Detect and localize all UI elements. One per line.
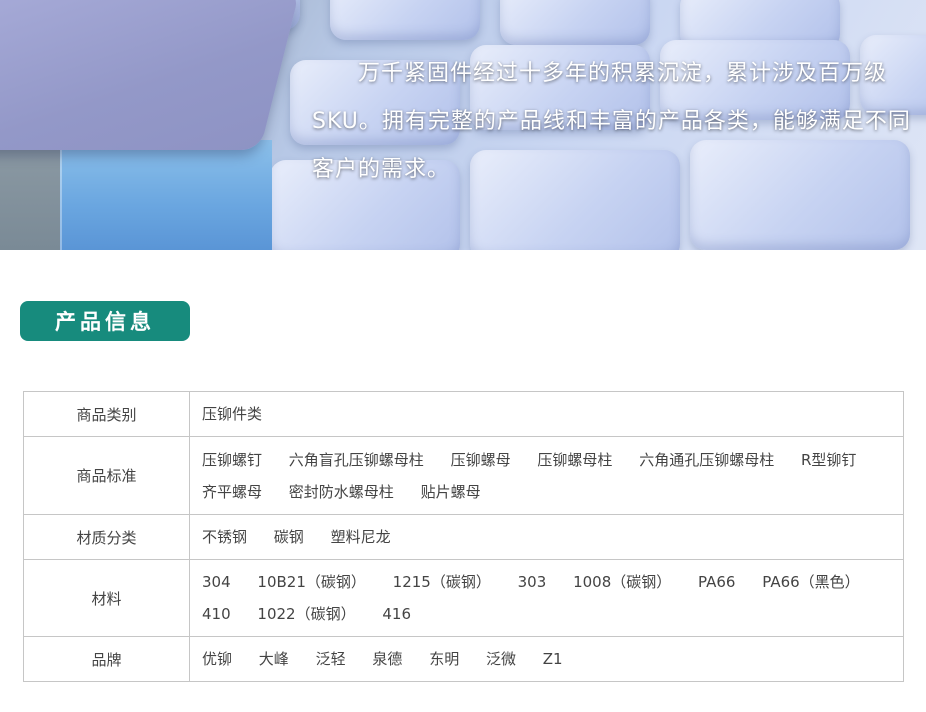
table-row: 材质分类 不锈钢 碳钢 塑料尼龙 bbox=[23, 514, 904, 560]
row-label: 商品类别 bbox=[23, 391, 190, 437]
value-item: 碳钢 bbox=[273, 528, 304, 546]
value-item: 1215（碳钢） bbox=[392, 573, 491, 591]
value-item: 410 bbox=[202, 605, 231, 623]
value-item: 泛微 bbox=[485, 650, 516, 668]
banner-cube-front bbox=[60, 140, 272, 250]
row-values: 304 10B21（碳钢） 1215（碳钢） 303 1008（碳钢） PA66… bbox=[189, 559, 904, 637]
row-values: 不锈钢 碳钢 塑料尼龙 bbox=[189, 514, 904, 560]
value-item: 不锈钢 bbox=[202, 528, 248, 546]
value-item: 303 bbox=[517, 573, 547, 591]
row-label: 材料 bbox=[23, 559, 190, 637]
value-item: 优铆 bbox=[202, 650, 233, 668]
value-item: 六角通孔压铆螺母柱 bbox=[639, 450, 775, 469]
table-row: 商品标准 压铆螺钉 六角盲孔压铆螺母柱 压铆螺母 压铆螺母柱 六角通孔压铆螺母柱… bbox=[23, 436, 904, 515]
value-item: 泉德 bbox=[372, 650, 403, 668]
value-item: 压铆螺母柱 bbox=[537, 450, 613, 469]
value-item: 塑料尼龙 bbox=[330, 528, 391, 546]
value-item: R型铆钉 bbox=[800, 450, 857, 469]
value-item: 1022（碳钢） bbox=[257, 605, 356, 623]
value-item: 东明 bbox=[429, 650, 460, 668]
row-label: 商品标准 bbox=[23, 436, 190, 515]
hero-banner: 万千紧固件经过十多年的积累沉淀，累计涉及百万级SKU。拥有完整的产品线和丰富的产… bbox=[0, 0, 926, 250]
value-item: 1008（碳钢） bbox=[573, 573, 672, 591]
row-label: 品牌 bbox=[23, 636, 190, 682]
value-item: 泛轻 bbox=[315, 650, 346, 668]
section-title: 产品信息 bbox=[55, 310, 155, 334]
value-item: 六角盲孔压铆螺母柱 bbox=[288, 450, 424, 469]
table-row: 品牌 优铆 大峰 泛轻 泉德 东明 泛微 Z1 bbox=[23, 636, 904, 682]
value-item: 压铆螺母 bbox=[450, 450, 511, 469]
banner-description: 万千紧固件经过十多年的积累沉淀，累计涉及百万级SKU。拥有完整的产品线和丰富的产… bbox=[312, 61, 911, 182]
value-item: 304 bbox=[202, 573, 231, 591]
row-values: 压铆件类 bbox=[189, 391, 904, 437]
value-item: 大峰 bbox=[258, 650, 289, 668]
banner-cube-top bbox=[0, 0, 300, 150]
value-item: PA66（黑色） bbox=[762, 573, 860, 591]
value-item: 压铆件类 bbox=[202, 405, 263, 423]
banner-tile bbox=[500, 0, 650, 45]
table-row: 材料 304 10B21（碳钢） 1215（碳钢） 303 1008（碳钢） P… bbox=[23, 559, 904, 637]
value-item: PA66 bbox=[698, 573, 736, 591]
row-values: 优铆 大峰 泛轻 泉德 东明 泛微 Z1 bbox=[189, 636, 904, 682]
value-item: 密封防水螺母柱 bbox=[288, 482, 394, 501]
table-row: 商品类别 压铆件类 bbox=[23, 391, 904, 437]
row-label: 材质分类 bbox=[23, 514, 190, 560]
value-item: Z1 bbox=[542, 650, 563, 668]
section-title-pill: 产品信息 bbox=[20, 301, 190, 341]
value-item: 10B21（碳钢） bbox=[257, 573, 366, 591]
value-item: 贴片螺母 bbox=[420, 482, 481, 501]
product-info-table: 商品类别 压铆件类 商品标准 压铆螺钉 六角盲孔压铆螺母柱 压铆螺母 压铆螺母柱… bbox=[23, 391, 904, 682]
banner-tile bbox=[330, 0, 480, 40]
value-item: 压铆螺钉 bbox=[202, 450, 263, 469]
value-item: 齐平螺母 bbox=[202, 482, 263, 501]
value-item: 416 bbox=[382, 605, 412, 623]
row-values: 压铆螺钉 六角盲孔压铆螺母柱 压铆螺母 压铆螺母柱 六角通孔压铆螺母柱 R型铆钉… bbox=[189, 436, 904, 515]
